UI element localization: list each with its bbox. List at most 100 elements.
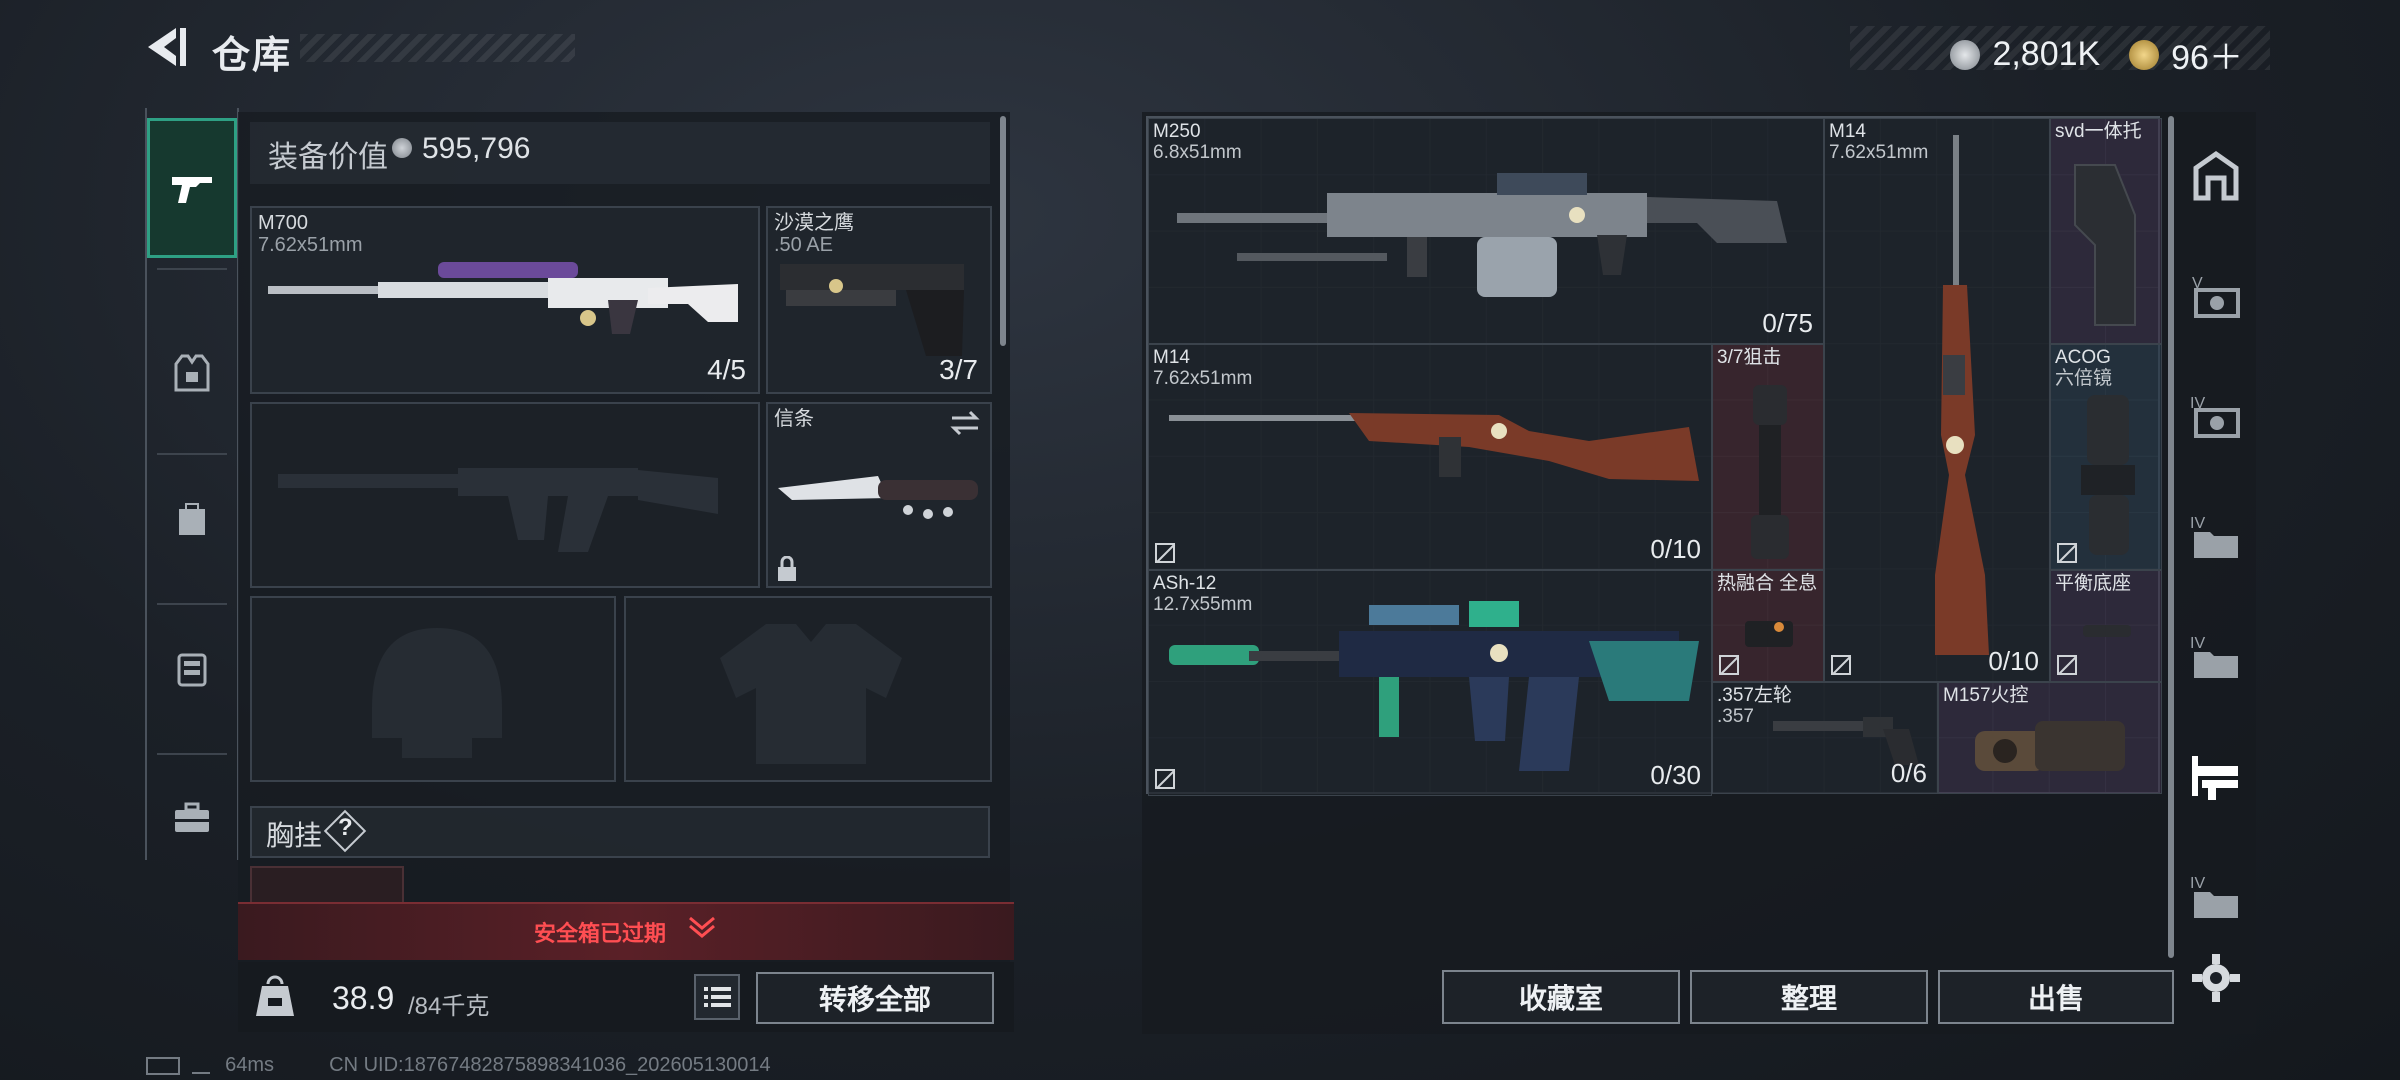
silver-coin-icon xyxy=(392,138,412,158)
collection-room-button[interactable]: 收藏室 xyxy=(1442,970,1680,1024)
gold-currency-value: 96＋ xyxy=(2171,39,2243,77)
fire-control-optic-icon xyxy=(1975,721,2125,771)
stash-tab-weapons-active-icon[interactable] xyxy=(2188,748,2244,804)
machine-gun-icon xyxy=(1177,173,1787,297)
ping-value: 64ms xyxy=(225,1054,275,1076)
melee-slot[interactable]: 信条 xyxy=(766,402,992,588)
stash-item-m14-horizontal[interactable]: M14 7.62x51mm 0/10 xyxy=(1148,344,1712,570)
item-name: M14 xyxy=(1829,121,1866,142)
page-title: 仓库 xyxy=(212,35,293,77)
back-arrow-icon xyxy=(148,28,186,66)
armor-silhouette-icon xyxy=(720,624,902,764)
currency-bar: 2,801K 96＋ xyxy=(1850,26,2270,77)
stash-scrollbar[interactable] xyxy=(2168,116,2174,958)
item-name: ACOG xyxy=(2055,347,2111,368)
stash-item-thermal-holo[interactable]: 热融合 全息 xyxy=(1712,570,1824,682)
back-button[interactable] xyxy=(142,22,192,72)
acog-scope-icon xyxy=(2081,395,2135,555)
item-caliber: .357 xyxy=(1717,706,1754,727)
item-name: 3/7狙击 xyxy=(1717,347,1782,368)
category-rail xyxy=(145,108,239,860)
stash-item-balance-base[interactable]: 平衡底座 xyxy=(2050,570,2162,682)
weight-max: /84千克 xyxy=(408,993,490,1020)
stash-item-ash-12[interactable]: ASh-12 12.7x55mm 0/30 xyxy=(1148,570,1712,796)
briefcase-icon xyxy=(175,802,209,832)
item-name: M250 xyxy=(1153,121,1201,142)
no-insurance-icon xyxy=(1719,655,1739,675)
chest-rig-label: 胸挂 xyxy=(266,820,323,851)
stash-tab-home-icon[interactable] xyxy=(2188,148,2244,204)
stash-item-acog[interactable]: ACOG 六倍镜 xyxy=(2050,344,2162,570)
item-caliber: 7.62x51mm xyxy=(1153,368,1253,389)
rail-item-armor[interactable] xyxy=(147,303,237,443)
holo-sight-icon xyxy=(1745,621,1793,647)
slot-ammo-count: 3/7 xyxy=(939,354,978,385)
uid-text: CN UID:187674828758983410​36_20260513001… xyxy=(329,1054,771,1076)
stash-tab-iv-folder-icon[interactable]: IV xyxy=(2188,508,2244,564)
chevron-down-icon xyxy=(688,914,716,945)
settings-gear-icon[interactable] xyxy=(2188,950,2244,1006)
weight-current: 38.9 xyxy=(332,980,395,1016)
stash-tab-v-icon[interactable]: V xyxy=(2188,268,2244,324)
item-ammo-count: 0/75 xyxy=(1762,308,1813,338)
stash-tab-iv-folder-3-icon[interactable]: IV xyxy=(2188,868,2244,924)
list-view-button[interactable] xyxy=(694,974,740,1020)
silver-coin-icon xyxy=(1950,39,1980,70)
title-decoration xyxy=(300,34,575,62)
helmet-silhouette-icon xyxy=(372,628,502,758)
rail-item-chest-rig[interactable] xyxy=(147,598,237,738)
item-name: .357左轮 xyxy=(1717,685,1792,706)
no-insurance-icon xyxy=(1831,655,1851,675)
item-sub: 六倍镜 xyxy=(2055,368,2113,389)
item-name: svd一体托 xyxy=(2055,121,2142,142)
stash-item-m14-vertical[interactable]: M14 7.62x51mm 0/10 xyxy=(1824,118,2050,682)
equipment-value-label: 装备价值 xyxy=(268,141,388,174)
equipment-value: 595,796 xyxy=(422,132,531,165)
sell-button[interactable]: 出售 xyxy=(1938,970,2174,1024)
slot-weapon-caliber: .50 AE xyxy=(774,234,833,256)
scope-icon xyxy=(1751,385,1789,559)
assault-rifle-icon xyxy=(1169,601,1699,771)
safe-box-expired-text: 安全箱已过期 xyxy=(534,921,667,946)
stash-category-rail: V IV IV IV IV xyxy=(2180,112,2254,1032)
svg-text:IV: IV xyxy=(2190,875,2205,892)
transfer-all-button[interactable]: 转移全部 xyxy=(756,972,994,1024)
svg-text:IV: IV xyxy=(2190,635,2205,652)
weight-icon xyxy=(254,974,296,1018)
loadout-scrollbar[interactable] xyxy=(1000,116,1006,346)
stash-grid: M250 6.8x51mm 0/75 M14 7.62x51mm 0/10 sv xyxy=(1146,116,2162,796)
gold-triangle-icon xyxy=(2128,39,2159,70)
item-name: 热融合 全息 xyxy=(1717,573,1818,594)
rail-item-case[interactable] xyxy=(147,748,237,888)
secondary-weapon-slot-empty[interactable] xyxy=(250,402,760,588)
item-ammo-count: 0/6 xyxy=(1890,758,1927,788)
stash-tab-iv-folder-2-icon[interactable]: IV xyxy=(2188,628,2244,684)
slot-melee-name: 信条 xyxy=(774,408,814,430)
no-insurance-icon xyxy=(1155,769,1175,789)
item-name: M14 xyxy=(1153,347,1190,368)
m14-rifle-icon xyxy=(1935,135,1989,655)
sort-button[interactable]: 整理 xyxy=(1690,970,1928,1024)
stash-item-m157-fire-control[interactable]: M157火控 xyxy=(1938,682,2162,794)
svg-text:IV: IV xyxy=(2190,515,2205,532)
stock-icon xyxy=(2074,164,2136,326)
swap-icon[interactable] xyxy=(950,410,980,436)
stash-tab-iv-icon[interactable]: IV xyxy=(2188,388,2244,444)
lock-icon xyxy=(778,556,796,581)
helmet-slot-empty[interactable] xyxy=(250,596,616,782)
chest-rig-icon xyxy=(177,653,207,687)
stash-item-m250[interactable]: M250 6.8x51mm 0/75 xyxy=(1148,118,1824,344)
rail-item-backpack[interactable] xyxy=(147,448,237,588)
body-armor-slot-empty[interactable] xyxy=(624,596,992,782)
knife-icon xyxy=(778,476,978,519)
item-ammo-count: 0/10 xyxy=(1988,646,2039,676)
item-name: M157火控 xyxy=(1943,685,2029,706)
stash-item-svd-stock[interactable]: svd一体托 xyxy=(2050,118,2162,344)
item-name: ASh-12 xyxy=(1153,573,1217,594)
pistol-slot[interactable]: 沙漠之鹰 .50 AE 3/7 xyxy=(766,206,992,394)
rail-item-weapons[interactable] xyxy=(147,118,237,258)
primary-weapon-slot[interactable]: M700 7.62x51mm 4/5 xyxy=(250,206,760,394)
stash-item-3-7-scope[interactable]: 3/7狙击 xyxy=(1712,344,1824,570)
backpack-icon xyxy=(179,503,205,535)
stash-item-357-revolver[interactable]: .357左轮 .357 0/6 xyxy=(1712,682,1938,794)
